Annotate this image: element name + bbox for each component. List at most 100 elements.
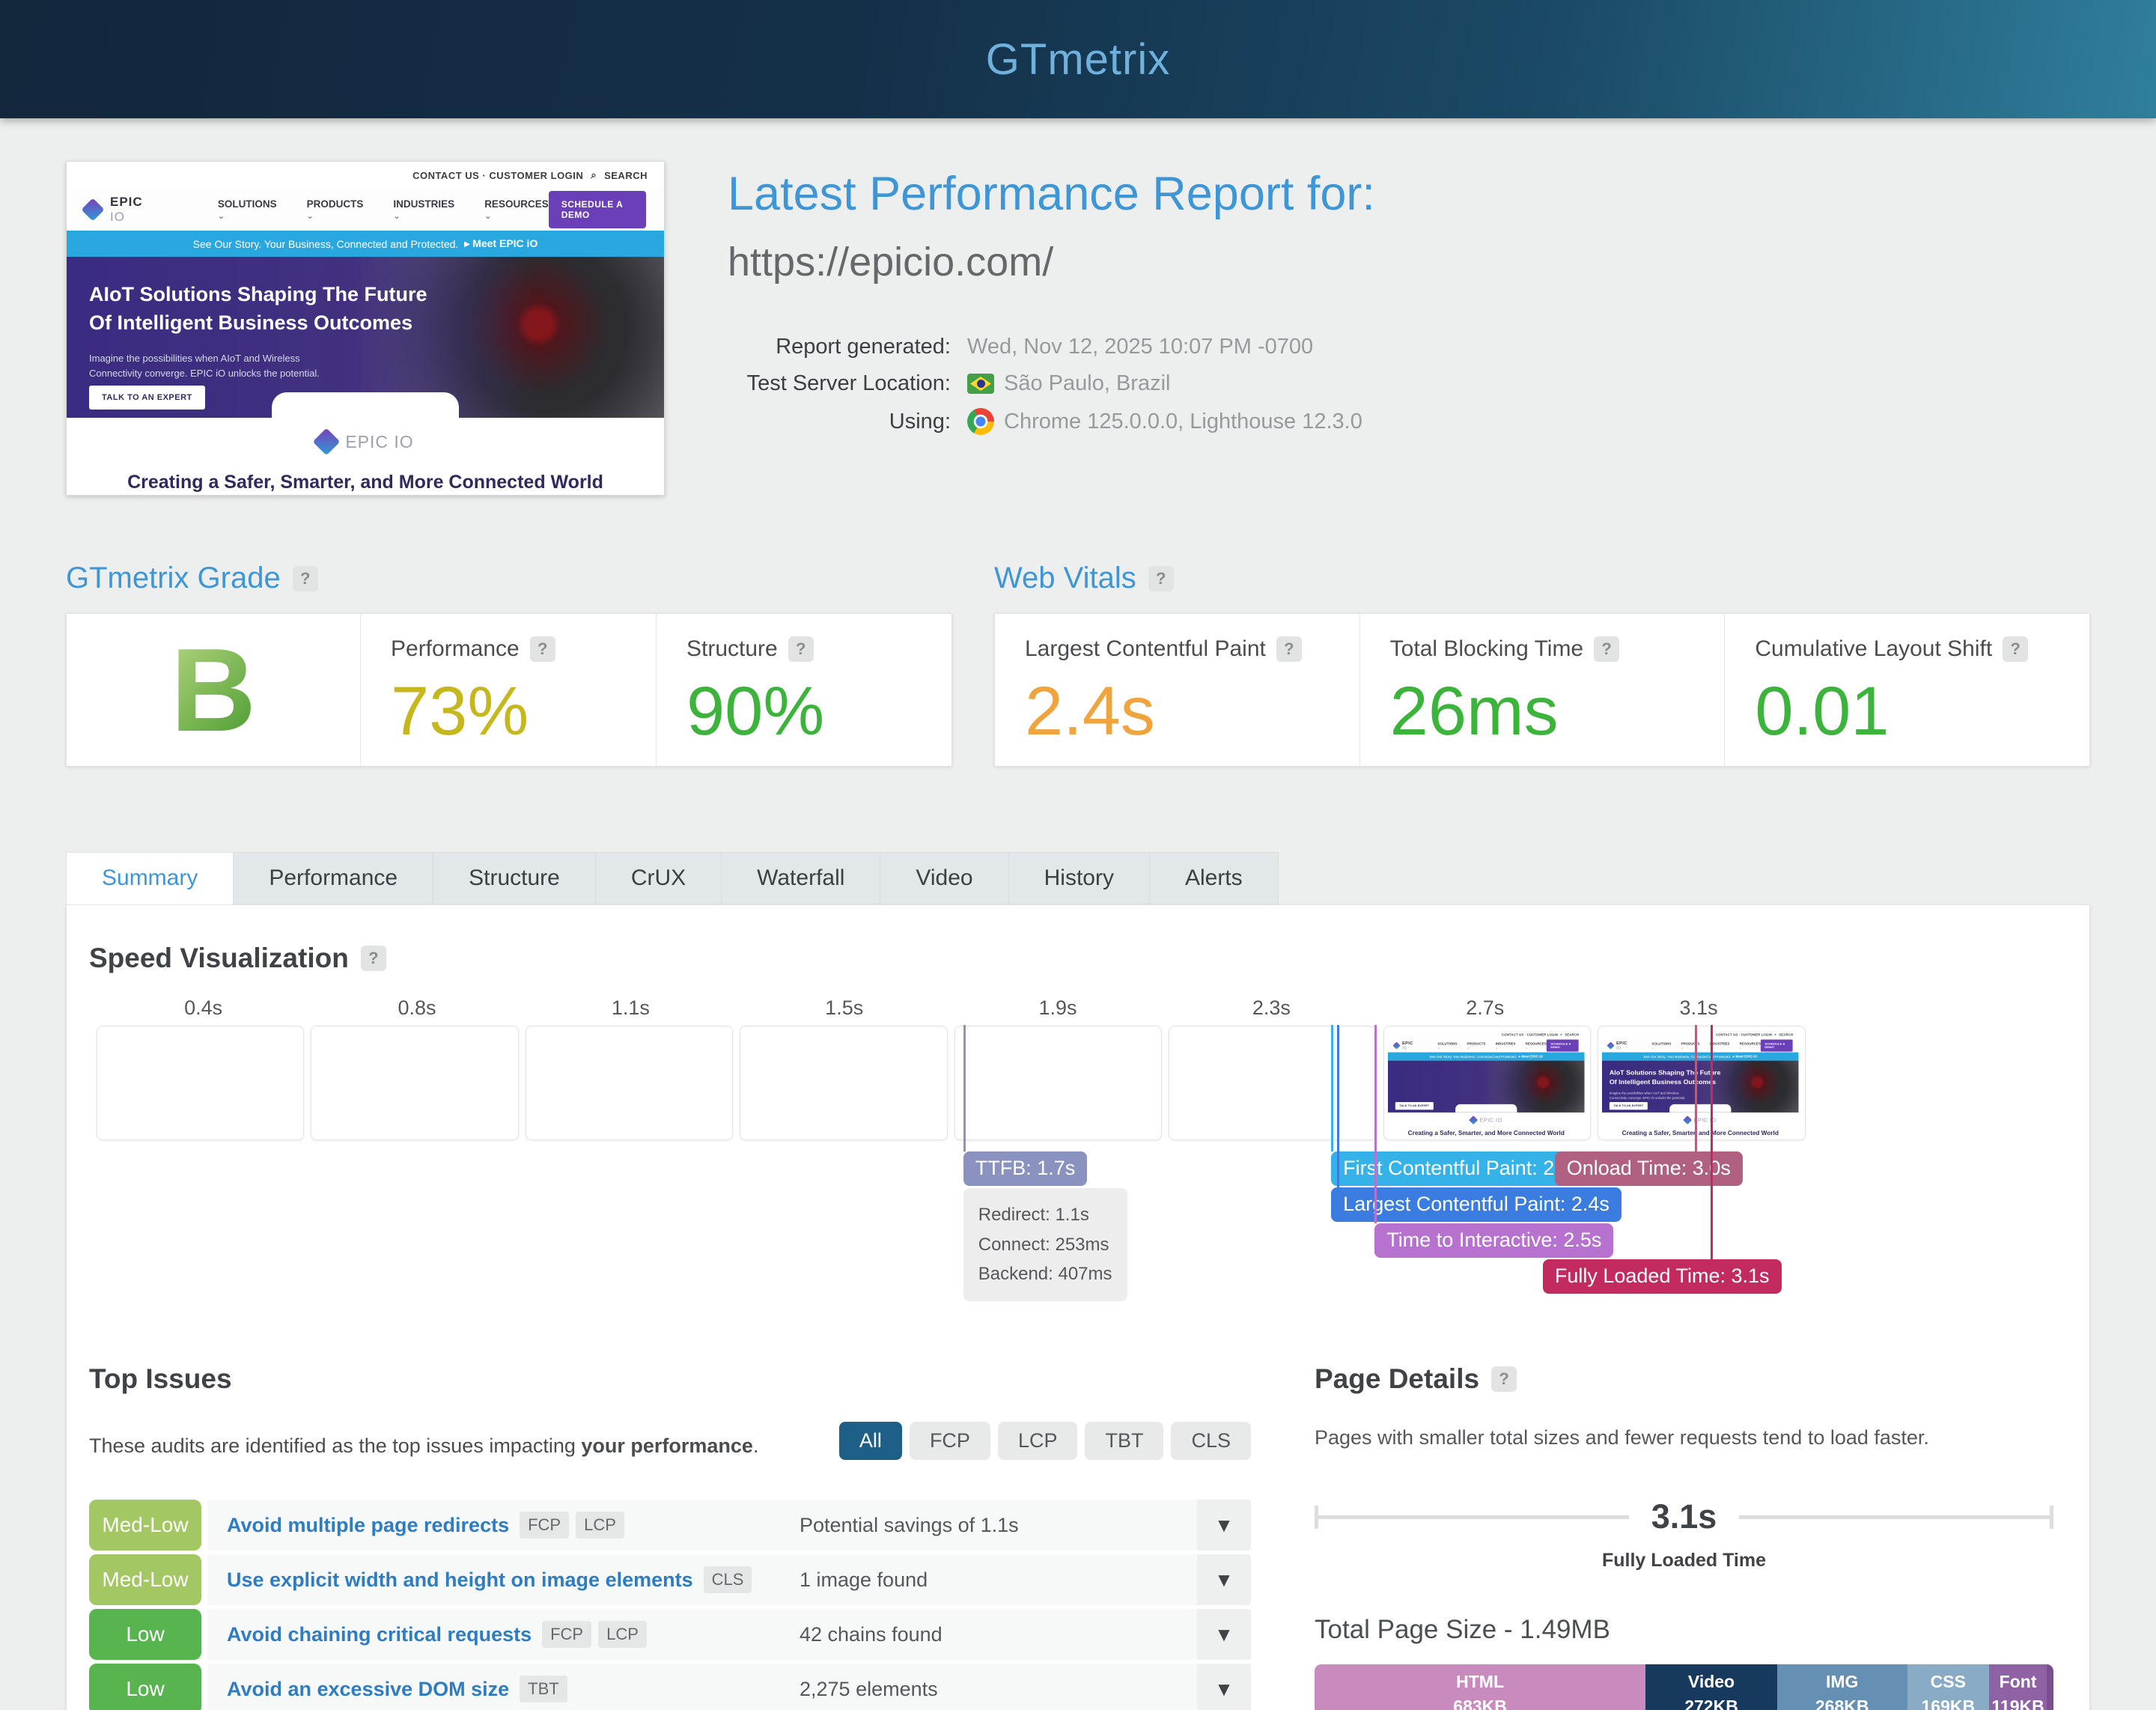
tti-marker-label: Time to Interactive: 2.5s (1374, 1223, 1613, 1258)
epicio-logo-icon (1392, 1042, 1400, 1050)
grade-section-title: GTmetrix Grade (66, 562, 281, 595)
issue-impact: Potential savings of 1.1s (800, 1514, 1178, 1537)
filter-all[interactable]: All (839, 1422, 902, 1460)
meta-row: Report generated:Wed, Nov 12, 2025 10:07… (728, 335, 1375, 359)
top-issues-section: Top Issues These audits are identified a… (89, 1363, 1251, 1710)
timeline-tick: 1.1s (524, 997, 737, 1020)
help-icon[interactable]: ? (293, 566, 318, 591)
onload-marker-label: Onload Time: 3.0s (1555, 1151, 1743, 1186)
chevron-down-icon[interactable]: ▼ (1197, 1664, 1251, 1710)
site-hero: AIoT Solutions Shaping The FutureOf Inte… (1602, 1061, 1799, 1113)
chevron-down-icon[interactable]: ▼ (1197, 1554, 1251, 1605)
tab-history[interactable]: History (1009, 852, 1150, 904)
metric-value: 26ms (1390, 672, 1695, 751)
top-issues-title: Top Issues (89, 1363, 1251, 1395)
search-icon: ⌕ (1775, 1032, 1777, 1036)
epicio-brand: EPIC IO (110, 195, 150, 225)
filter-cls[interactable]: CLS (1171, 1422, 1251, 1460)
site-logo-notch (272, 392, 459, 418)
bar-segment-css: CSS169KB (1907, 1664, 1990, 1710)
epicio-logo-icon (1469, 1116, 1478, 1125)
site-menu-item: PRODUCTS (307, 198, 364, 221)
issue-title-link[interactable]: Use explicit width and height on image e… (227, 1568, 693, 1592)
epicio-brand: EPIC IO (1402, 1041, 1416, 1050)
site-nav: EPIC IOSOLUTIONSPRODUCTSINDUSTRIESRESOUR… (1602, 1039, 1799, 1053)
site-topbar: CONTACT US · CUSTOMER LOGIN⌕SEARCH (67, 162, 664, 189)
tab-summary[interactable]: Summary (66, 852, 234, 904)
help-icon[interactable]: ? (361, 946, 386, 971)
speed-visualization: 0.4s0.8s1.1s1.5s1.9s2.3s2.7s3.1s CONTACT… (89, 997, 2067, 1326)
site-nav: EPIC IOSOLUTIONSPRODUCTSINDUSTRIESRESOUR… (1388, 1039, 1585, 1053)
tab-video[interactable]: Video (880, 852, 1008, 904)
issue-row[interactable]: LowAvoid chaining critical requestsFCPLC… (89, 1609, 1251, 1660)
page-title: Latest Performance Report for: (728, 167, 1375, 221)
site-center-logo: EPIC IO (1388, 1113, 1585, 1128)
issue-row[interactable]: Med-LowUse explicit width and height on … (89, 1554, 1251, 1605)
site-subtext: Imagine the possibilities when AIoT and … (89, 351, 320, 381)
issue-tag: FCP (542, 1621, 591, 1648)
issue-tag: CLS (704, 1566, 752, 1593)
metric-value: 0.01 (1755, 672, 2059, 751)
severity-badge: Low (89, 1664, 201, 1710)
meta-label: Test Server Location: (728, 371, 951, 396)
gtmetrix-grade-section: GTmetrix Grade ? B Performance?73% Struc… (66, 562, 952, 767)
filmstrip-frame (97, 1026, 304, 1140)
help-icon[interactable]: ? (1148, 566, 1174, 591)
filmstrip-frame: CONTACT US · CUSTOMER LOGIN⌕SEARCHEPIC I… (1598, 1026, 1805, 1140)
gtmetrix-logo[interactable]: GTmetrix (986, 34, 1170, 85)
epicio-logo-icon (1683, 1116, 1692, 1125)
issue-row[interactable]: Med-LowAvoid multiple page redirectsFCPL… (89, 1500, 1251, 1551)
site-menu-item: SOLUTIONS (218, 198, 277, 221)
app-header: GTmetrix (0, 0, 2156, 118)
meta-label: Report generated: (728, 335, 951, 359)
report-meta: Report generated:Wed, Nov 12, 2025 10:07… (728, 335, 1375, 435)
tab-waterfall[interactable]: Waterfall (722, 852, 880, 904)
fully-loaded-value: 3.1s (1651, 1497, 1717, 1536)
chevron-down-icon[interactable]: ▼ (1197, 1609, 1251, 1660)
site-menu-item: RESOURCES (484, 198, 549, 221)
site-topbar: CONTACT US · CUSTOMER LOGIN⌕SEARCH (1388, 1030, 1585, 1039)
page-details-title: Page Details (1315, 1363, 1479, 1395)
help-icon[interactable]: ? (1276, 636, 1302, 662)
meta-row: Test Server Location:São Paulo, Brazil (728, 371, 1375, 396)
filter-fcp[interactable]: FCP (910, 1422, 990, 1460)
issue-tag: TBT (520, 1676, 567, 1703)
timeline-tick: 0.4s (97, 997, 310, 1020)
grade-letter: B (171, 631, 256, 749)
bar-segment-img: IMG268KB (1777, 1664, 1907, 1710)
help-icon[interactable]: ? (530, 636, 555, 662)
epicio-site-preview: CONTACT US · CUSTOMER LOGIN⌕SEARCHEPIC I… (1602, 1030, 1799, 1137)
tti-marker-line (1374, 1025, 1377, 1223)
tab-crux[interactable]: CrUX (596, 852, 722, 904)
issue-title-link[interactable]: Avoid chaining critical requests (227, 1623, 532, 1646)
tab-alerts[interactable]: Alerts (1150, 852, 1279, 904)
ttfb-breakdown-tooltip: Redirect: 1.1sConnect: 253msBackend: 407… (963, 1188, 1127, 1301)
fcp-marker-line (1331, 1025, 1333, 1151)
metric-value: 2.4s (1025, 672, 1330, 751)
tab-structure[interactable]: Structure (433, 852, 596, 904)
schedule-demo-button: SCHEDULE A DEMO (549, 191, 646, 228)
tab-performance[interactable]: Performance (234, 852, 433, 904)
issue-row[interactable]: LowAvoid an excessive DOM sizeTBT2,275 e… (89, 1664, 1251, 1710)
site-menu: SOLUTIONSPRODUCTSINDUSTRIESRESOURCES (218, 198, 549, 221)
report-url: https://epicio.com/ (728, 239, 1375, 285)
help-icon[interactable]: ? (2003, 636, 2028, 662)
site-logo-notch (1455, 1104, 1517, 1113)
filter-tbt[interactable]: TBT (1085, 1422, 1163, 1460)
issue-row-body: Avoid multiple page redirectsFCPLCPPoten… (207, 1500, 1197, 1551)
issue-title-link[interactable]: Avoid an excessive DOM size (227, 1678, 509, 1701)
help-icon[interactable]: ? (1594, 636, 1619, 662)
issue-title-link[interactable]: Avoid multiple page redirects (227, 1514, 509, 1537)
site-hero: AIoT Solutions Shaping The FutureOf Inte… (67, 257, 664, 418)
epicio-logo-icon (81, 198, 104, 221)
issue-row-body: Use explicit width and height on image e… (207, 1554, 1197, 1605)
metric-value: 73% (391, 672, 626, 751)
chevron-down-icon[interactable]: ▼ (1197, 1500, 1251, 1551)
epicio-brand: EPIC IO (1616, 1041, 1630, 1050)
help-icon[interactable]: ? (1491, 1366, 1517, 1392)
help-icon[interactable]: ? (788, 636, 814, 662)
site-banner: See Our Story. Your Business, Connected … (1388, 1053, 1585, 1061)
issue-row-body: Avoid an excessive DOM sizeTBT2,275 elem… (207, 1664, 1197, 1710)
filter-lcp[interactable]: LCP (998, 1422, 1078, 1460)
report-header: CONTACT US · CUSTOMER LOGIN⌕SEARCH EPIC I… (66, 161, 2090, 496)
